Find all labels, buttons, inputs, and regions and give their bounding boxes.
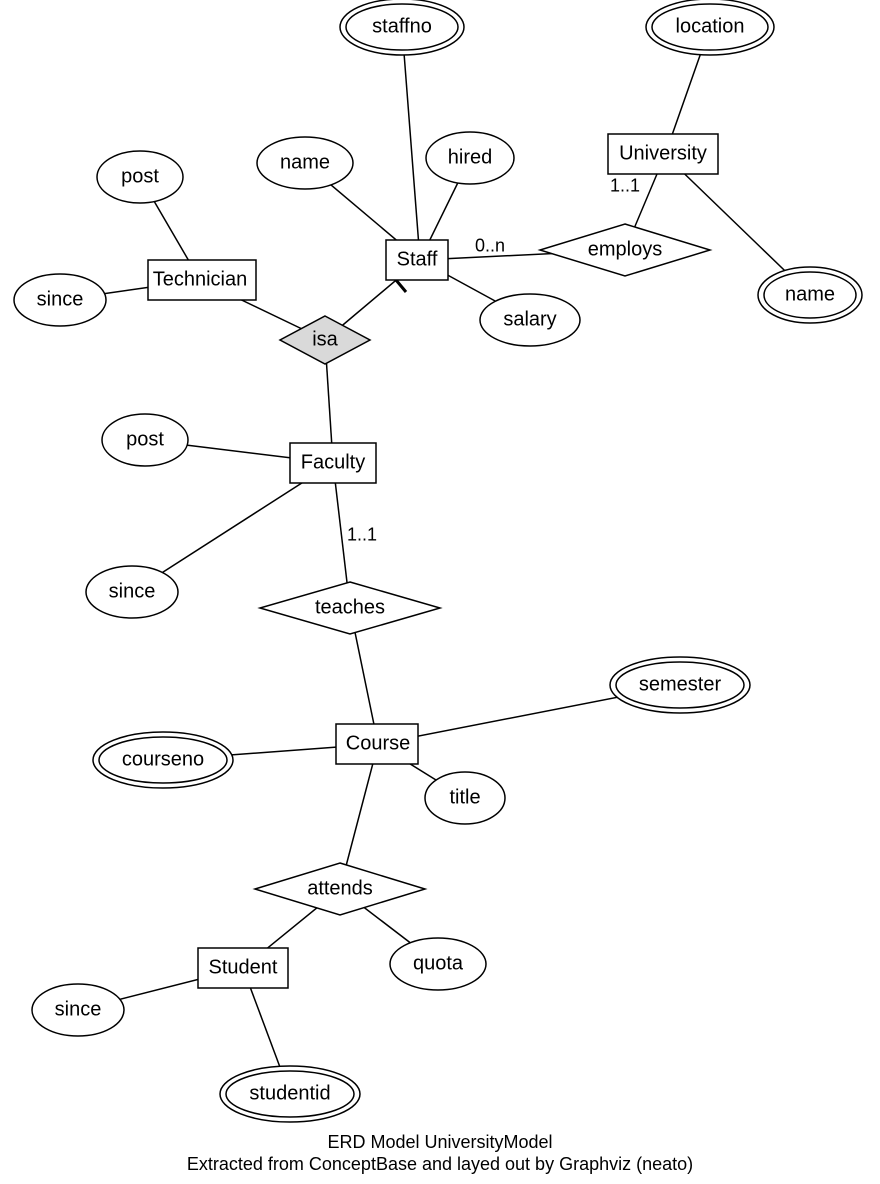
rel-employs (540, 224, 710, 276)
entity-course (336, 724, 418, 764)
attr-courseno (99, 737, 227, 783)
attr-staff-salary (480, 294, 580, 346)
attr-fac-since (86, 566, 178, 618)
attr-staff-name (257, 137, 353, 189)
entity-technician (148, 260, 256, 300)
attr-uni-location (652, 4, 768, 50)
attr-staff-staffno (346, 4, 458, 50)
rel-isa (280, 316, 370, 364)
attr-studentid (226, 1071, 354, 1117)
attr-course-title (425, 772, 505, 824)
rel-teaches (260, 582, 440, 634)
caption-line1: ERD Model UniversityModel (327, 1132, 552, 1153)
caption-line2: Extracted from ConceptBase and layed out… (187, 1154, 693, 1175)
attr-student-since (32, 984, 124, 1036)
entity-staff (386, 240, 448, 280)
attr-uni-name (764, 272, 856, 318)
attr-attends-quota (390, 938, 486, 990)
attr-semester (616, 662, 744, 708)
attr-tech-since (14, 274, 106, 326)
edge-staff-staffno (402, 27, 420, 260)
rel-attends (255, 863, 425, 915)
erd-canvas (0, 0, 880, 1184)
attr-staff-hired (426, 132, 514, 184)
attr-tech-post (97, 151, 183, 203)
entity-faculty (290, 443, 376, 483)
entity-student (198, 948, 288, 988)
entity-university (608, 134, 718, 174)
isa-arrow-tick (396, 280, 406, 292)
attr-fac-post (102, 414, 188, 466)
